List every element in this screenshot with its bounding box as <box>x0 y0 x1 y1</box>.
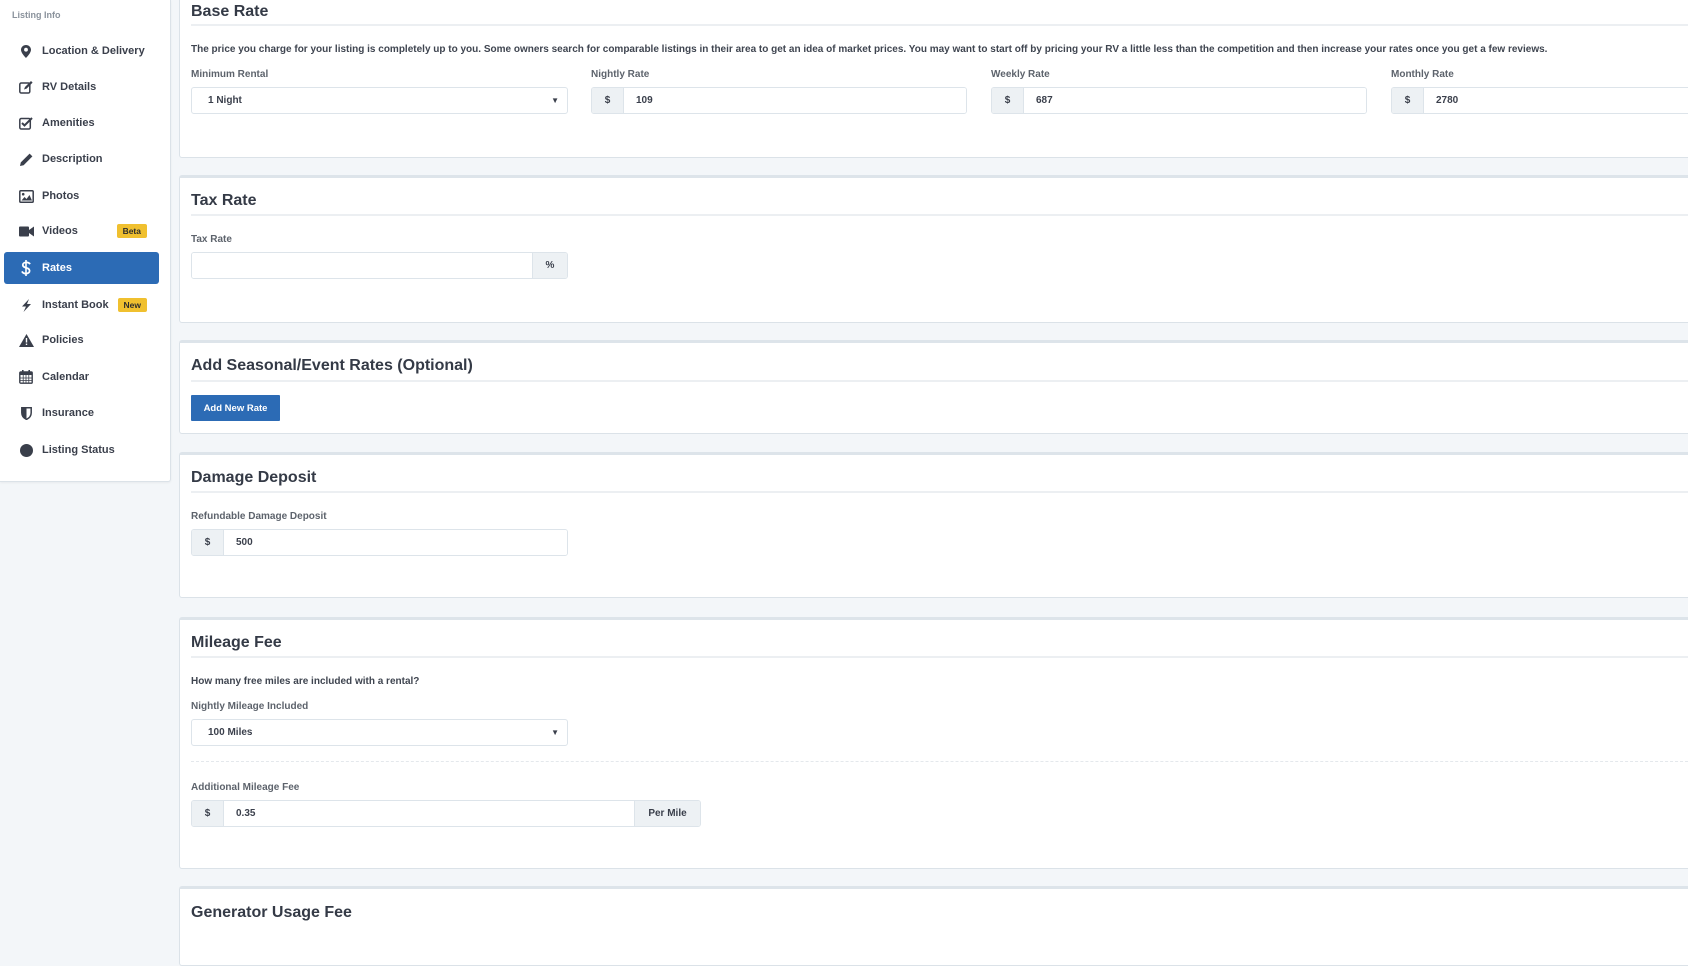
nightly-rate-input[interactable] <box>624 88 966 113</box>
base-rate-description: The price you charge for your listing is… <box>191 44 1548 55</box>
divider <box>191 656 1688 658</box>
dollar-addon: $ <box>992 88 1024 113</box>
shield-icon <box>18 405 34 421</box>
monthly-rate-group: $ <box>1391 87 1688 114</box>
sidebar: Listing Info Location & Delivery RV Deta… <box>0 0 171 482</box>
sidebar-item-calendar[interactable]: Calendar <box>4 361 159 393</box>
additional-mileage-input[interactable] <box>224 801 634 826</box>
monthly-rate-input[interactable] <box>1424 88 1688 113</box>
sidebar-heading: Listing Info <box>12 10 61 20</box>
tax-rate-label: Tax Rate <box>191 234 232 245</box>
mileage-fee-title: Mileage Fee <box>191 634 282 651</box>
sidebar-item-policies[interactable]: Policies <box>4 324 159 356</box>
seasonal-rates-title: Add Seasonal/Event Rates (Optional) <box>191 357 473 374</box>
sidebar-item-label: Calendar <box>42 371 90 383</box>
seasonal-rates-card: Add Seasonal/Event Rates (Optional) Add … <box>179 340 1688 434</box>
dashed-divider <box>191 761 1688 762</box>
pencil-icon <box>18 151 34 167</box>
sidebar-item-description[interactable]: Description <box>4 143 159 175</box>
divider <box>191 24 1688 26</box>
calendar-icon <box>18 369 34 385</box>
dollar-addon: $ <box>592 88 624 113</box>
image-icon <box>18 188 34 204</box>
checkbox-icon <box>18 115 34 131</box>
minimum-rental-value: 1 Night <box>208 95 242 106</box>
nightly-mileage-value: 100 Miles <box>208 727 253 738</box>
sidebar-item-label: Policies <box>42 334 84 346</box>
warning-icon <box>18 332 34 348</box>
generator-fee-card: Generator Usage Fee <box>179 886 1688 966</box>
tax-rate-title: Tax Rate <box>191 192 257 209</box>
divider <box>191 491 1688 493</box>
per-mile-addon: Per Mile <box>634 801 700 826</box>
beta-badge: Beta <box>116 224 147 238</box>
divider <box>191 380 1688 382</box>
nightly-rate-group: $ <box>591 87 967 114</box>
tax-rate-input[interactable] <box>192 253 532 278</box>
nightly-mileage-select[interactable]: 100 Miles ▼ <box>191 719 568 746</box>
dollar-addon: $ <box>1392 88 1424 113</box>
additional-mileage-label: Additional Mileage Fee <box>191 782 300 793</box>
dollar-addon: $ <box>192 530 224 555</box>
sidebar-item-rates[interactable]: Rates <box>4 252 159 284</box>
nightly-rate-label: Nightly Rate <box>591 69 650 80</box>
base-rate-card: Base Rate The price you charge for your … <box>179 0 1688 158</box>
caret-down-icon: ▼ <box>551 96 559 105</box>
dollar-icon <box>18 260 34 276</box>
generator-fee-title: Generator Usage Fee <box>191 904 352 921</box>
map-pin-icon <box>18 43 34 59</box>
base-rate-title: Base Rate <box>191 3 269 20</box>
percent-addon: % <box>532 253 567 278</box>
sidebar-item-amenities[interactable]: Amenities <box>4 107 159 139</box>
tax-rate-group: % <box>191 252 568 279</box>
weekly-rate-input[interactable] <box>1024 88 1366 113</box>
weekly-rate-label: Weekly Rate <box>991 69 1050 80</box>
weekly-rate-group: $ <box>991 87 1367 114</box>
sidebar-item-insurance[interactable]: Insurance <box>4 397 159 429</box>
sidebar-item-label: Videos <box>42 225 78 237</box>
divider <box>191 214 1688 216</box>
sidebar-item-label: Photos <box>42 190 80 202</box>
minimum-rental-label: Minimum Rental <box>191 69 269 80</box>
sidebar-item-listing-status[interactable]: Listing Status <box>4 434 159 466</box>
sidebar-item-label: Listing Status <box>42 444 115 456</box>
sidebar-item-photos[interactable]: Photos <box>4 180 159 212</box>
sidebar-item-label: Rates <box>42 262 72 274</box>
damage-deposit-card: Damage Deposit Refundable Damage Deposit… <box>179 452 1688 598</box>
sidebar-item-label: Description <box>42 153 103 165</box>
minimum-rental-select[interactable]: 1 Night ▼ <box>191 87 568 114</box>
circle-icon <box>18 442 34 458</box>
damage-deposit-title: Damage Deposit <box>191 469 317 486</box>
lightning-icon <box>18 297 34 313</box>
tax-rate-card: Tax Rate Tax Rate % <box>179 175 1688 323</box>
sidebar-item-location-delivery[interactable]: Location & Delivery <box>4 35 159 67</box>
additional-mileage-group: $ Per Mile <box>191 800 701 827</box>
mileage-fee-card: Mileage Fee How many free miles are incl… <box>179 617 1688 869</box>
sidebar-item-label: Instant Book <box>42 299 109 311</box>
damage-deposit-group: $ <box>191 529 568 556</box>
add-new-rate-button[interactable]: Add New Rate <box>191 395 280 421</box>
monthly-rate-label: Monthly Rate <box>1391 69 1454 80</box>
sidebar-item-label: RV Details <box>42 81 97 93</box>
dollar-addon: $ <box>192 801 224 826</box>
sidebar-item-videos[interactable]: Videos Beta <box>4 215 159 247</box>
mileage-question: How many free miles are included with a … <box>191 676 420 687</box>
sidebar-item-instant-book[interactable]: Instant Book New <box>4 289 159 321</box>
sidebar-item-label: Insurance <box>42 407 94 419</box>
video-camera-icon <box>18 223 34 239</box>
caret-down-icon: ▼ <box>551 728 559 737</box>
damage-deposit-input[interactable] <box>224 530 567 555</box>
sidebar-item-rv-details[interactable]: RV Details <box>4 71 159 103</box>
nightly-mileage-label: Nightly Mileage Included <box>191 701 309 712</box>
sidebar-item-label: Location & Delivery <box>42 45 145 57</box>
new-badge: New <box>117 298 147 312</box>
edit-icon <box>18 79 34 95</box>
sidebar-item-label: Amenities <box>42 117 95 129</box>
damage-deposit-label: Refundable Damage Deposit <box>191 511 327 522</box>
